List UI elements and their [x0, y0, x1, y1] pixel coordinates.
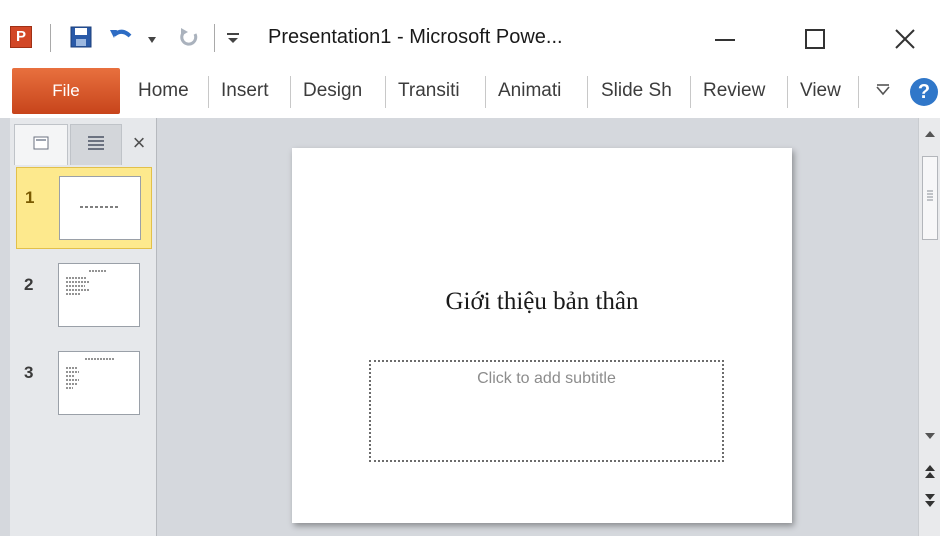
undo-dropdown-icon[interactable]	[146, 32, 158, 43]
tab-file[interactable]: File	[12, 68, 120, 114]
slide-thumbnail-list: 1 2 3	[10, 165, 156, 536]
slide-number: 2	[24, 275, 34, 294]
pane-close-button[interactable]: ×	[126, 128, 152, 158]
current-slide[interactable]: Giới thiệu bản thân Click to add subtitl…	[292, 148, 792, 523]
slide-editing-canvas[interactable]: Giới thiệu bản thân Click to add subtitl…	[163, 118, 918, 536]
previous-slide-icon[interactable]	[922, 462, 938, 482]
tab-separator	[690, 76, 691, 108]
tab-design[interactable]: Design	[303, 68, 377, 114]
subtitle-placeholder[interactable]: Click to add subtitle	[369, 360, 724, 462]
slide-title[interactable]: Giới thiệu bản thân	[292, 288, 792, 316]
slides-pane: × 1 2 3	[10, 118, 157, 536]
slide-thumbnail-image	[58, 351, 140, 415]
tab-slides[interactable]	[14, 124, 68, 165]
qat-separator	[214, 24, 215, 52]
close-icon[interactable]	[885, 22, 925, 56]
outline-tab-icon	[88, 136, 104, 150]
work-area: × 1 2 3 Giới thiệu bản thân Click to add…	[0, 118, 940, 536]
slide-thumbnail-1[interactable]: 1	[16, 167, 152, 249]
title-bar: P Presentation1 - Microsoft Powe...	[0, 0, 940, 64]
scroll-thumb[interactable]	[922, 156, 938, 240]
tab-view[interactable]: View	[800, 68, 852, 114]
redo-icon[interactable]	[178, 26, 200, 48]
tab-separator	[290, 76, 291, 108]
tab-transitions[interactable]: Transiti	[398, 68, 476, 114]
slide-thumbnail-2[interactable]: 2	[16, 255, 152, 337]
tab-insert[interactable]: Insert	[221, 68, 283, 114]
slides-tab-icon	[33, 136, 49, 150]
tab-review[interactable]: Review	[703, 68, 779, 114]
save-icon[interactable]	[70, 26, 92, 48]
next-slide-icon[interactable]	[922, 490, 938, 510]
tab-home[interactable]: Home	[138, 68, 200, 114]
window-title: Presentation1 - Microsoft Powe...	[268, 26, 563, 48]
vertical-scrollbar[interactable]	[918, 118, 940, 536]
slide-thumbnail-3[interactable]: 3	[16, 343, 152, 425]
slide-thumbnail-image	[58, 263, 140, 327]
qat-separator	[50, 24, 51, 52]
maximize-icon[interactable]	[795, 22, 835, 56]
tab-separator	[787, 76, 788, 108]
minimize-ribbon-icon[interactable]	[874, 82, 892, 100]
slide-thumbnail-image	[59, 176, 141, 240]
scroll-up-icon[interactable]	[922, 126, 938, 142]
tab-separator	[858, 76, 859, 108]
ribbon-tabs: File Home Insert Design Transiti Animati…	[0, 64, 940, 119]
tab-outline[interactable]	[70, 124, 122, 165]
tab-separator	[208, 76, 209, 108]
scroll-down-icon[interactable]	[922, 428, 938, 444]
tab-separator	[385, 76, 386, 108]
subtitle-placeholder-text: Click to add subtitle	[477, 370, 616, 387]
powerpoint-logo-icon[interactable]: P	[10, 26, 32, 48]
slide-number: 1	[25, 188, 35, 207]
tab-slide-show[interactable]: Slide Sh	[601, 68, 681, 114]
minimize-icon[interactable]	[705, 22, 745, 56]
tab-separator	[587, 76, 588, 108]
slide-number: 3	[24, 363, 34, 382]
undo-icon[interactable]	[108, 26, 134, 48]
tab-separator	[485, 76, 486, 108]
help-icon[interactable]: ?	[910, 78, 938, 106]
tab-animations[interactable]: Animati	[498, 68, 578, 114]
customize-qat-icon[interactable]	[226, 26, 240, 48]
